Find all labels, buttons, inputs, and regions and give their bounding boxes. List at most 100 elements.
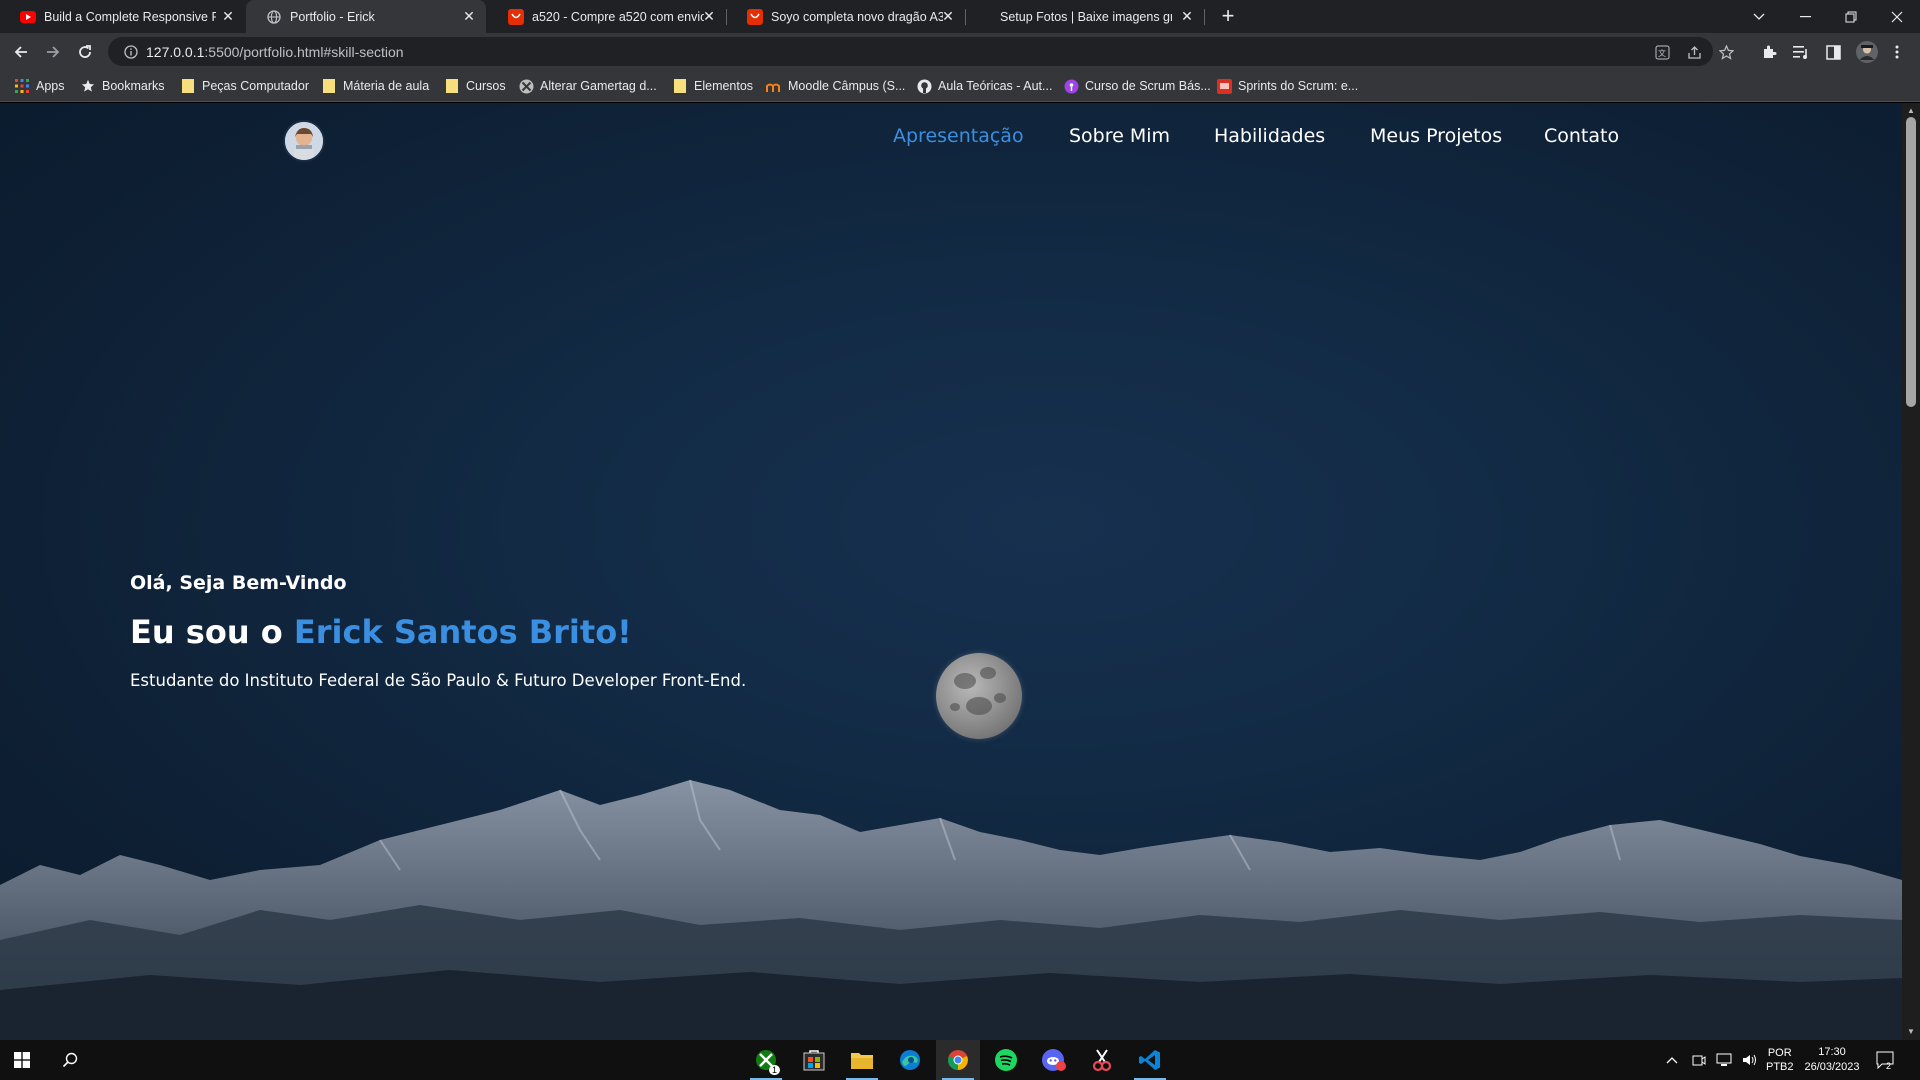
bookmark-bookmarks[interactable]: Bookmarks bbox=[80, 70, 165, 102]
menu-dots-icon[interactable] bbox=[1888, 43, 1906, 61]
windows-taskbar: 1 POR PTB2 17:30 26/03/2023 2 bbox=[0, 1040, 1920, 1080]
bookmark-moodle[interactable]: Moodle Câmpus (S... bbox=[766, 70, 905, 102]
url-text: 127.0.0.1:5500/portfolio.html#skill-sect… bbox=[146, 44, 404, 60]
tab-setup-fotos[interactable]: Setup Fotos | Baixe imagens grat ✕ bbox=[966, 0, 1204, 33]
language-indicator[interactable]: POR PTB2 bbox=[1766, 1040, 1794, 1080]
discord-icon[interactable] bbox=[1032, 1040, 1076, 1080]
bookmark-apps[interactable]: Apps bbox=[14, 70, 65, 102]
star-icon bbox=[80, 78, 96, 94]
notifications-icon[interactable]: 2 bbox=[1876, 1040, 1896, 1080]
hero-subtitle: Estudante do Instituto Federal de São Pa… bbox=[130, 671, 747, 690]
bookmark-label: Cursos bbox=[466, 79, 506, 93]
close-tab-icon[interactable]: ✕ bbox=[462, 9, 476, 23]
scroll-up-icon[interactable]: ▲ bbox=[1906, 106, 1916, 116]
tab-separator bbox=[1204, 9, 1205, 25]
nav-sobre-mim[interactable]: Sobre Mim bbox=[1069, 125, 1170, 147]
folder-icon bbox=[444, 78, 460, 94]
slides-icon bbox=[1216, 78, 1232, 94]
bookmarks-bar: Apps Bookmarks Peças Computador Máteria … bbox=[0, 70, 1920, 102]
globe-icon bbox=[266, 9, 282, 25]
github-icon bbox=[916, 78, 932, 94]
close-tab-icon[interactable]: ✕ bbox=[221, 9, 235, 23]
hero-greeting: Olá, Seja Bem-Vindo bbox=[130, 572, 347, 594]
clock[interactable]: 17:30 26/03/2023 bbox=[1800, 1040, 1864, 1080]
volume-icon[interactable] bbox=[1742, 1040, 1758, 1080]
bookmark-label: Curso de Scrum Bás... bbox=[1085, 79, 1211, 93]
snipping-icon[interactable] bbox=[1080, 1040, 1124, 1080]
bookmark-label: Moodle Câmpus (S... bbox=[788, 79, 906, 93]
edge-icon[interactable] bbox=[888, 1040, 932, 1080]
store-icon[interactable] bbox=[792, 1040, 836, 1080]
bookmark-materia-de-aula[interactable]: Máteria de aula bbox=[321, 70, 429, 102]
bookmark-alterar-gamertag[interactable]: Alterar Gamertag d... bbox=[518, 70, 657, 102]
tab-aliexpress-soyo[interactable]: Soyo completa novo dragão A32 ✕ bbox=[727, 0, 965, 33]
bookmark-elementos[interactable]: Elementos bbox=[672, 70, 753, 102]
address-bar[interactable]: 127.0.0.1:5500/portfolio.html#skill-sect… bbox=[108, 37, 1734, 66]
aliexpress-icon bbox=[747, 8, 763, 25]
vscode-icon[interactable] bbox=[1128, 1040, 1172, 1080]
nav-contato[interactable]: Contato bbox=[1544, 125, 1619, 147]
bookmark-star-icon[interactable] bbox=[1718, 44, 1734, 60]
reload-icon[interactable] bbox=[72, 39, 98, 65]
clock-time: 17:30 bbox=[1818, 1046, 1846, 1058]
language-code: POR bbox=[1767, 1047, 1792, 1059]
bookmark-cursos[interactable]: Cursos bbox=[444, 70, 506, 102]
scroll-down-icon[interactable]: ▼ bbox=[1906, 1027, 1916, 1037]
restore-icon[interactable] bbox=[1828, 0, 1874, 33]
translate-icon[interactable]: 文 bbox=[1654, 44, 1670, 60]
network-icon[interactable] bbox=[1716, 1040, 1732, 1080]
notifications-count: 2 bbox=[1886, 1061, 1892, 1071]
file-explorer-icon[interactable] bbox=[840, 1040, 884, 1080]
bookmark-label: Alterar Gamertag d... bbox=[540, 79, 657, 93]
tab-title: Soyo completa novo dragão A32 bbox=[771, 9, 943, 24]
page-scrollbar[interactable]: ▲ ▼ bbox=[1902, 103, 1920, 1040]
minimize-icon[interactable] bbox=[1782, 0, 1828, 33]
bookmark-label: Aula Teóricas - Aut... bbox=[938, 79, 1053, 93]
forward-icon[interactable] bbox=[40, 39, 66, 65]
bookmark-label: Elementos bbox=[694, 79, 754, 93]
nav-habilidades[interactable]: Habilidades bbox=[1214, 125, 1325, 147]
side-panel-icon[interactable] bbox=[1824, 43, 1842, 61]
browser-toolbar: 127.0.0.1:5500/portfolio.html#skill-sect… bbox=[0, 33, 1920, 70]
close-tab-icon[interactable]: ✕ bbox=[702, 9, 716, 23]
tab-search-icon[interactable] bbox=[1736, 0, 1782, 33]
tray-overflow-icon[interactable] bbox=[1666, 1040, 1678, 1080]
media-queue-icon[interactable] bbox=[1792, 43, 1810, 61]
meet-now-icon[interactable] bbox=[1692, 1040, 1706, 1080]
bookmark-pecas-computador[interactable]: Peças Computador bbox=[180, 70, 309, 102]
windows-start-icon[interactable] bbox=[0, 1040, 44, 1080]
bookmark-aula-teoricas[interactable]: Aula Teóricas - Aut... bbox=[916, 70, 1052, 102]
tab-portfolio[interactable]: Portfolio - Erick ✕ bbox=[246, 0, 486, 33]
new-tab-button[interactable]: + bbox=[1215, 4, 1241, 30]
close-tab-icon[interactable]: ✕ bbox=[941, 9, 955, 23]
apps-grid-icon bbox=[14, 78, 30, 94]
site-info-icon[interactable] bbox=[116, 44, 146, 59]
scrollbar-thumb[interactable] bbox=[1906, 117, 1916, 407]
clock-date: 26/03/2023 bbox=[1804, 1061, 1860, 1073]
keyboard-layout: PTB2 bbox=[1766, 1061, 1794, 1073]
close-tab-icon[interactable]: ✕ bbox=[1180, 9, 1194, 23]
bookmark-label: Máteria de aula bbox=[343, 79, 430, 93]
xbox-icon[interactable]: 1 bbox=[744, 1040, 788, 1080]
tab-aliexpress-a520[interactable]: a520 - Compre a520 com envio g ✕ bbox=[488, 0, 726, 33]
tab-youtube[interactable]: Build a Complete Responsive Per ✕ bbox=[0, 0, 245, 33]
xbox-icon bbox=[518, 78, 534, 94]
bookmark-sprints-scrum[interactable]: Sprints do Scrum: e... bbox=[1216, 70, 1358, 102]
nav-apresentacao[interactable]: Apresentação bbox=[893, 125, 1024, 147]
tab-title: Setup Fotos | Baixe imagens grat bbox=[1000, 9, 1172, 24]
chrome-icon[interactable] bbox=[936, 1040, 980, 1080]
folder-icon bbox=[321, 78, 337, 94]
spotify-icon[interactable] bbox=[984, 1040, 1028, 1080]
search-icon[interactable] bbox=[48, 1040, 92, 1080]
svg-text:文: 文 bbox=[1658, 48, 1666, 58]
bookmark-label: Peças Computador bbox=[202, 79, 310, 93]
close-window-icon[interactable] bbox=[1874, 0, 1920, 33]
profile-logo[interactable] bbox=[283, 120, 325, 162]
bookmark-curso-scrum[interactable]: Curso de Scrum Bás... bbox=[1063, 70, 1211, 102]
tab-title: Portfolio - Erick bbox=[290, 9, 375, 24]
back-icon[interactable] bbox=[8, 39, 34, 65]
extensions-icon[interactable] bbox=[1760, 43, 1778, 61]
profile-avatar[interactable] bbox=[1856, 41, 1878, 63]
share-icon[interactable] bbox=[1686, 44, 1702, 60]
nav-meus-projetos[interactable]: Meus Projetos bbox=[1370, 125, 1502, 147]
